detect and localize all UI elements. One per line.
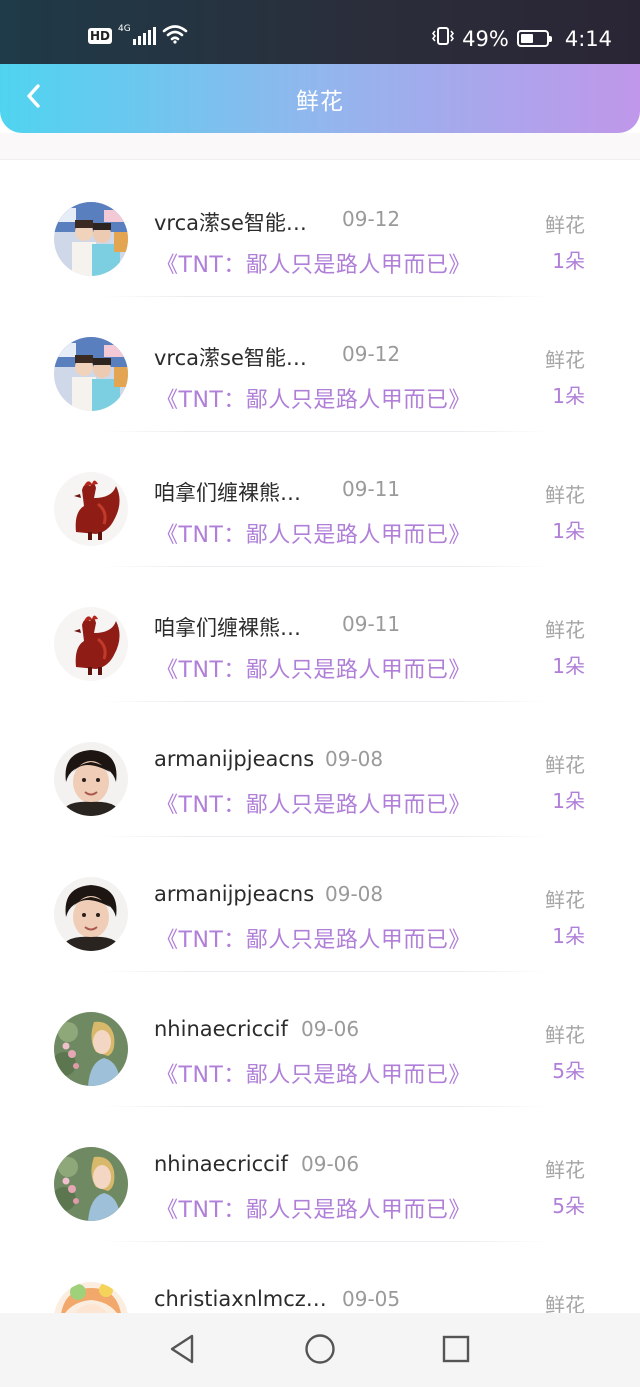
gift-date: 09-12: [342, 342, 401, 366]
book-title-link[interactable]: 《TNT：鄙人只是路人甲而已》: [156, 247, 471, 279]
row-divider: [100, 701, 550, 702]
circle-home-icon: [304, 1333, 336, 1369]
gift-record-row[interactable]: vrca潆se智能… 09-12 《TNT：鄙人只是路人甲而已》 鲜花 1朵: [0, 305, 640, 440]
gift-type-label: 鲜花: [545, 348, 585, 372]
gift-date: 09-11: [342, 612, 401, 636]
gift-count: 1朵: [552, 249, 585, 273]
username: 咱拿们缠裸熊…: [154, 616, 301, 640]
username: vrca潆se智能…: [154, 346, 307, 370]
username: nhinaecriccif: [154, 1152, 288, 1176]
username: nhinaecriccif: [154, 1017, 288, 1041]
book-title-link[interactable]: 《TNT：鄙人只是路人甲而已》: [156, 382, 471, 414]
user-avatar[interactable]: [54, 1147, 128, 1221]
gift-type-label: 鲜花: [545, 1158, 585, 1182]
page-title: 鲜花: [296, 89, 344, 115]
nav-back-button[interactable]: [162, 1331, 202, 1371]
cellular-signal-icon: [132, 27, 156, 45]
gift-type-label: 鲜花: [545, 483, 585, 507]
gift-record-row[interactable]: vrca潆se智能… 09-12 《TNT：鄙人只是路人甲而已》 鲜花 1朵: [0, 170, 640, 305]
book-title-link[interactable]: 《TNT：鄙人只是路人甲而已》: [156, 652, 471, 684]
gift-date: 09-12: [342, 207, 401, 231]
gift-type-label: 鲜花: [545, 753, 585, 777]
gift-date: 09-08: [325, 882, 384, 906]
user-avatar[interactable]: [54, 337, 128, 411]
status-right: 49% 4:14: [432, 26, 612, 51]
book-title-link[interactable]: 《TNT：鄙人只是路人甲而已》: [156, 922, 471, 954]
square-recents-icon: [441, 1334, 471, 1368]
username: 咱拿们缠裸熊…: [154, 481, 301, 505]
gift-count: 1朵: [552, 519, 585, 543]
gift-date: 09-06: [301, 1152, 360, 1176]
gift-count: 1朵: [552, 654, 585, 678]
status-left: HD 4G: [88, 24, 188, 48]
gift-record-row[interactable]: nhinaecriccif 09-06 《TNT：鄙人只是路人甲而已》 鲜花 5朵: [0, 1115, 640, 1250]
gift-record-row[interactable]: armanijpjeacns 09-08 《TNT：鄙人只是路人甲而已》 鲜花 1朵: [0, 710, 640, 845]
nav-recents-button[interactable]: [436, 1331, 476, 1371]
nav-home-button[interactable]: [300, 1331, 340, 1371]
user-avatar[interactable]: [54, 877, 128, 951]
list-top-spacer: [0, 133, 640, 160]
gift-count: 5朵: [552, 1059, 585, 1083]
gift-record-row[interactable]: 咱拿们缠裸熊… 09-11 《TNT：鄙人只是路人甲而已》 鲜花 1朵: [0, 575, 640, 710]
vibrate-icon: [432, 26, 455, 51]
triangle-back-icon: [167, 1333, 197, 1369]
status-bar: HD 4G 49% 4:14: [0, 0, 640, 64]
username: vrca潆se智能…: [154, 211, 307, 235]
gift-type-label: 鲜花: [545, 618, 585, 642]
hd-icon: HD: [88, 28, 113, 44]
row-divider: [100, 1106, 550, 1107]
book-title-link[interactable]: 《TNT：鄙人只是路人甲而已》: [156, 517, 471, 549]
row-divider: [100, 971, 550, 972]
user-avatar[interactable]: [54, 1012, 128, 1086]
user-avatar[interactable]: [54, 202, 128, 276]
gift-date: 09-11: [342, 477, 401, 501]
gift-type-label: 鲜花: [545, 1023, 585, 1047]
user-avatar[interactable]: [54, 607, 128, 681]
book-title-link[interactable]: 《TNT：鄙人只是路人甲而已》: [156, 1192, 471, 1224]
row-divider: [100, 431, 550, 432]
row-divider: [100, 1241, 550, 1242]
gift-count: 1朵: [552, 789, 585, 813]
book-title-link[interactable]: 《TNT：鄙人只是路人甲而已》: [156, 1057, 471, 1089]
username: armanijpjeacns: [154, 747, 315, 771]
gift-date: 09-06: [301, 1017, 360, 1041]
row-divider: [100, 296, 550, 297]
battery-icon: [516, 30, 552, 47]
username: christiaxnlmcz…: [154, 1287, 327, 1311]
book-title-link[interactable]: 《TNT：鄙人只是路人甲而已》: [156, 787, 471, 819]
app-screen: HD 4G 49% 4:14 鲜花 vrca潆se智能… 09-12 《TNT：…: [0, 0, 640, 1387]
row-divider: [100, 836, 550, 837]
wifi-icon: [162, 24, 188, 48]
system-navigation-bar: [0, 1313, 640, 1387]
gift-type-label: 鲜花: [545, 888, 585, 912]
row-divider: [100, 566, 550, 567]
gift-record-row[interactable]: nhinaecriccif 09-06 《TNT：鄙人只是路人甲而已》 鲜花 5朵: [0, 980, 640, 1115]
user-avatar[interactable]: [54, 472, 128, 546]
gift-date: 09-05: [342, 1287, 401, 1311]
gift-record-list: vrca潆se智能… 09-12 《TNT：鄙人只是路人甲而已》 鲜花 1朵 vrca潆s…: [0, 170, 640, 1385]
clock: 4:14: [564, 26, 612, 51]
battery-percent: 49%: [462, 26, 509, 51]
header-bar: 鲜花: [0, 64, 640, 133]
gift-type-label: 鲜花: [545, 213, 585, 237]
gift-record-row[interactable]: armanijpjeacns 09-08 《TNT：鄙人只是路人甲而已》 鲜花 1朵: [0, 845, 640, 980]
username: armanijpjeacns: [154, 882, 315, 906]
gift-record-row[interactable]: 咱拿们缠裸熊… 09-11 《TNT：鄙人只是路人甲而已》 鲜花 1朵: [0, 440, 640, 575]
gift-count: 1朵: [552, 384, 585, 408]
gift-count: 1朵: [552, 924, 585, 948]
user-avatar[interactable]: [54, 742, 128, 816]
network-type-label: 4G: [118, 24, 131, 34]
gift-count: 5朵: [552, 1194, 585, 1218]
gift-date: 09-08: [325, 747, 384, 771]
